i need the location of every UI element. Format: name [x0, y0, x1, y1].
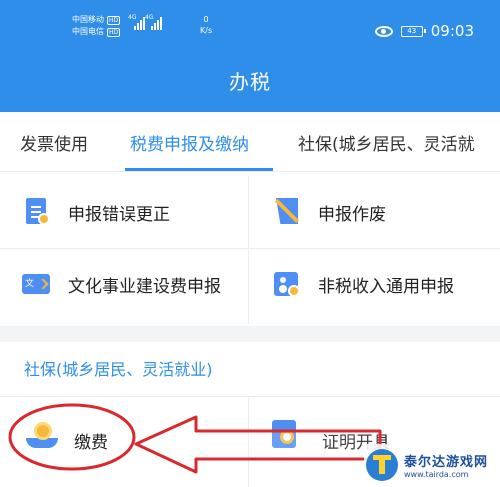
- watermark-url: www.tairda.com: [404, 470, 469, 479]
- service-label: 申报错误更正: [68, 204, 170, 225]
- app-header: 中国移动 HD 中国电信 HD 4G 4G 0 K/s 43 09:03 办税: [0, 0, 500, 112]
- grid-divider: [248, 398, 249, 487]
- signal-icons: 4G 4G: [128, 14, 162, 30]
- carrier-1: 中国移动: [72, 15, 104, 24]
- service-label: 非税收入通用申报: [318, 276, 454, 297]
- document-edit-icon: [20, 195, 54, 229]
- status-time: 09:03: [430, 22, 474, 40]
- status-carriers: 中国移动 HD 中国电信 HD: [72, 14, 121, 38]
- service-label: 文化事业建设费申报: [68, 276, 221, 297]
- hd-badge: HD: [107, 15, 121, 25]
- battery-icon: 43: [400, 25, 426, 37]
- hd-badge: HD: [107, 27, 121, 37]
- section-title: 社保(城乡居民、灵活就业): [24, 360, 213, 379]
- tab-tax-filing[interactable]: 税费申报及缴纳: [130, 130, 249, 155]
- watermark: 泰尔达游戏网 www.tairda.com: [364, 444, 498, 486]
- service-label: 申报作废: [318, 204, 386, 225]
- non-tax-income-icon: [270, 267, 304, 301]
- pay-button[interactable]: 缴费: [74, 428, 108, 453]
- watermark-name: 泰尔达游戏网: [404, 455, 489, 470]
- service-error-correction[interactable]: 申报错误更正: [20, 176, 170, 248]
- tab-invoice[interactable]: 发票使用: [20, 130, 88, 155]
- service-non-tax-income[interactable]: 非税收入通用申报: [270, 248, 454, 320]
- document-void-icon: [270, 195, 304, 229]
- signal-icon: 4G: [145, 14, 162, 30]
- service-culture-fee[interactable]: 文 文化事业建设费申报: [20, 248, 221, 320]
- page-title: 办税: [229, 70, 271, 94]
- section-divider: [0, 396, 500, 397]
- status-right: 43 09:03: [374, 22, 474, 40]
- eye-icon: [374, 25, 393, 37]
- tab-social-security[interactable]: 社保(城乡居民、灵活就: [298, 130, 475, 155]
- site-logo-icon: [364, 447, 400, 483]
- service-grid: 申报错误更正 申报作废 文 文化事业建设费申报 非税收入通用申报: [0, 176, 500, 324]
- carrier-2: 中国电信: [72, 27, 104, 36]
- category-tabs: 发票使用 税费申报及缴纳 社保(城乡居民、灵活就: [0, 112, 500, 172]
- coin-hand-icon: [26, 420, 60, 452]
- service-void[interactable]: 申报作废: [270, 176, 386, 248]
- grid-divider: [248, 176, 249, 324]
- active-tab-indicator: [125, 168, 273, 171]
- signal-icon: 4G: [128, 14, 145, 30]
- net-speed: 0 K/s: [200, 15, 213, 35]
- grid-divider: [0, 248, 500, 249]
- certificate-search-icon: [268, 418, 302, 452]
- section-gap: [0, 326, 500, 342]
- culture-fee-icon: 文: [20, 267, 54, 301]
